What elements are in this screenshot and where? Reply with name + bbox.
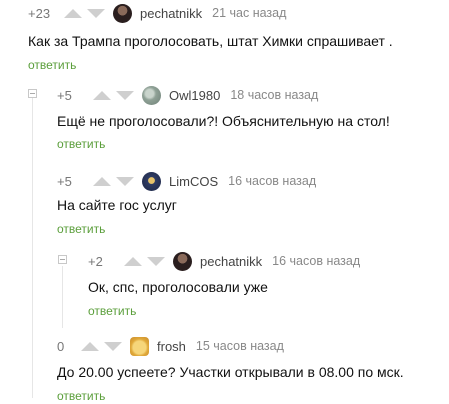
downvote-icon[interactable] [147,256,165,266]
downvote-icon[interactable] [116,176,134,186]
collapse-toggle[interactable] [58,255,67,264]
reply-link[interactable]: ответить [57,222,105,236]
upvote-icon[interactable] [93,176,111,186]
reply-link[interactable]: ответить [88,304,136,318]
upvote-icon[interactable] [64,8,82,18]
vote-controls [93,90,134,100]
collapse-toggle[interactable] [28,89,37,98]
rating: 0 [57,338,65,354]
timestamp[interactable]: 21 час назад [212,6,286,20]
username[interactable]: pechatnikk [140,6,202,21]
reply-link[interactable]: ответить [57,389,105,403]
downvote-icon[interactable] [104,341,122,351]
rating: +5 [57,173,72,189]
reply-link[interactable]: ответить [57,137,105,151]
comment-text: До 20.00 успеете? Участки открывали в 08… [57,364,404,380]
timestamp[interactable]: 16 часов назад [228,174,316,188]
upvote-icon[interactable] [81,341,99,351]
comment-text: Ок, спс, проголосовали уже [88,279,268,295]
vote-controls [124,256,165,266]
comment-header: +23 pechatnikk 21 час назад [28,3,286,23]
upvote-icon[interactable] [124,256,142,266]
timestamp[interactable]: 16 часов назад [272,254,360,268]
thread-line [62,266,63,328]
comment-text: Ещё не проголосовали?! Объяснительную на… [57,113,390,129]
avatar[interactable] [130,336,149,356]
downvote-icon[interactable] [87,8,105,18]
timestamp[interactable]: 18 часов назад [230,88,318,102]
avatar[interactable] [173,251,192,271]
vote-controls [81,341,122,351]
username[interactable]: pechatnikk [200,254,262,269]
comment-header: +5 Owl1980 18 часов назад [57,85,318,105]
comment-header: 0 frosh 15 часов назад [57,336,284,356]
thread-line [32,98,33,398]
comment-text: На сайте гос услуг [57,197,177,213]
vote-controls [93,176,134,186]
rating: +2 [88,253,103,269]
upvote-icon[interactable] [93,90,111,100]
username[interactable]: Owl1980 [169,88,220,103]
rating: +23 [28,5,51,21]
avatar[interactable] [142,85,161,105]
username[interactable]: LimCOS [169,174,218,189]
avatar[interactable] [142,171,161,191]
comment-header: +2 pechatnikk 16 часов назад [88,251,360,271]
comment-header: +5 LimCOS 16 часов назад [57,171,316,191]
avatar[interactable] [113,3,132,23]
downvote-icon[interactable] [116,90,134,100]
rating: +5 [57,87,72,103]
timestamp[interactable]: 15 часов назад [196,339,284,353]
reply-link[interactable]: ответить [28,58,76,72]
comment-text: Как за Трампа проголосовать, штат Химки … [28,33,393,49]
username[interactable]: frosh [157,339,186,354]
vote-controls [64,8,105,18]
